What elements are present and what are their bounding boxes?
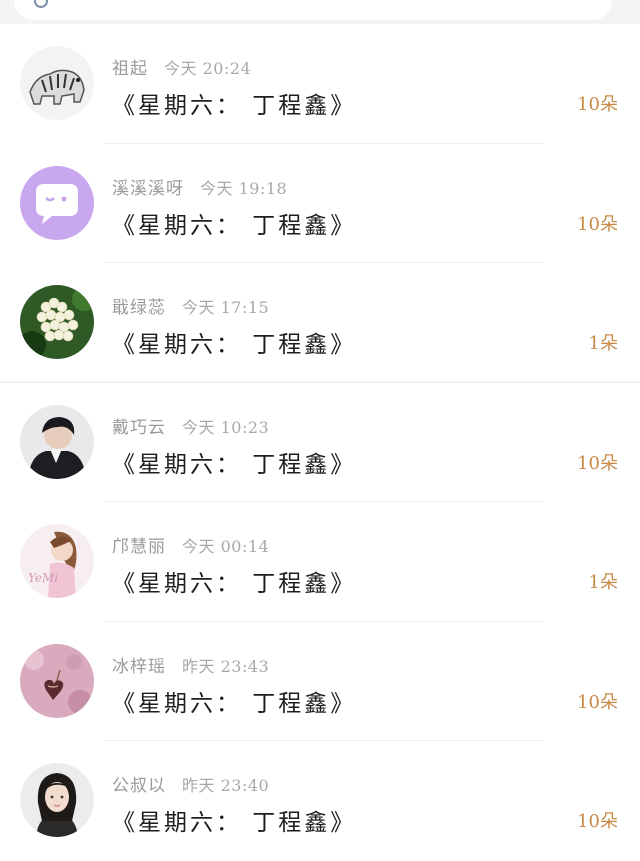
flower-count: 1朵 [588, 333, 618, 354]
flowers-avatar[interactable] [20, 285, 94, 359]
sender-name: 冰梓瑶 [112, 656, 166, 677]
list-item[interactable]: YeMi 邝慧丽 今天 00:14 《星期六： 丁程鑫》 1朵 [0, 502, 640, 622]
message-time: 今天 19:18 [200, 178, 288, 198]
flower-count: 10朵 [577, 811, 618, 832]
message-time: 今天 17:15 [182, 298, 270, 317]
message-title: 《星期六： 丁程鑫》 [112, 212, 357, 239]
chat-bubble-avatar[interactable] [20, 165, 94, 240]
list-item[interactable]: 戢绿蕊 今天 17:15 《星期六： 丁程鑫》 1朵 [0, 263, 640, 383]
heart-charm-avatar[interactable] [20, 643, 94, 718]
list-item[interactable]: 戴巧云 今天 10:23 《星期六： 丁程鑫》 10朵 [0, 383, 640, 502]
sender-name: 邝慧丽 [112, 537, 166, 557]
sender-name: 戴巧云 [112, 417, 166, 438]
message-time: 今天 20:24 [164, 59, 252, 78]
sender-name: 祖起 [112, 59, 148, 79]
message-list: 祖起 今天 20:24 《星期六： 丁程鑫》 10朵 溪溪溪呀 今天 19:18 《… [0, 24, 640, 861]
flower-count: 10朵 [577, 94, 618, 115]
list-item[interactable]: 冰梓瑶 昨天 23:43 《星期六： 丁程鑫》 10朵 [0, 622, 640, 741]
svg-text:YeMi: YeMi [28, 571, 58, 585]
message-title: 《星期六： 丁程鑫》 [112, 571, 357, 597]
message-title: 《星期六： 丁程鑫》 [112, 332, 357, 358]
flower-count: 1朵 [588, 572, 618, 593]
message-title: 《星期六： 丁程鑫》 [112, 810, 357, 836]
message-time: 昨天 23:40 [182, 776, 270, 795]
person-avatar[interactable] [20, 404, 94, 479]
list-item[interactable]: 祖起 今天 20:24 《星期六： 丁程鑫》 10朵 [0, 24, 640, 144]
message-title: 《星期六： 丁程鑫》 [112, 93, 357, 119]
sender-name: 戢绿蕊 [112, 298, 166, 318]
top-bar [0, 0, 640, 24]
flower-count: 10朵 [577, 691, 618, 713]
message-title: 《星期六： 丁程鑫》 [112, 690, 357, 717]
list-item[interactable]: 溪溪溪呀 今天 19:18 《星期六： 丁程鑫》 10朵 [0, 144, 640, 263]
sender-name: 公叔以 [112, 776, 166, 796]
search-bar[interactable] [14, 0, 612, 20]
message-time: 昨天 23:43 [182, 656, 270, 676]
message-title: 《星期六： 丁程鑫》 [112, 451, 357, 478]
flower-count: 10朵 [577, 213, 618, 235]
woman-portrait-avatar[interactable] [20, 763, 94, 837]
girl-avatar[interactable]: YeMi [20, 524, 94, 598]
list-item[interactable]: 公叔以 昨天 23:40 《星期六： 丁程鑫》 10朵 [0, 741, 640, 861]
flower-count: 10朵 [577, 452, 618, 474]
sender-name: 溪溪溪呀 [112, 178, 184, 199]
tiger-avatar[interactable] [20, 46, 94, 120]
message-time: 今天 10:23 [182, 417, 270, 437]
message-time: 今天 00:14 [182, 537, 270, 556]
